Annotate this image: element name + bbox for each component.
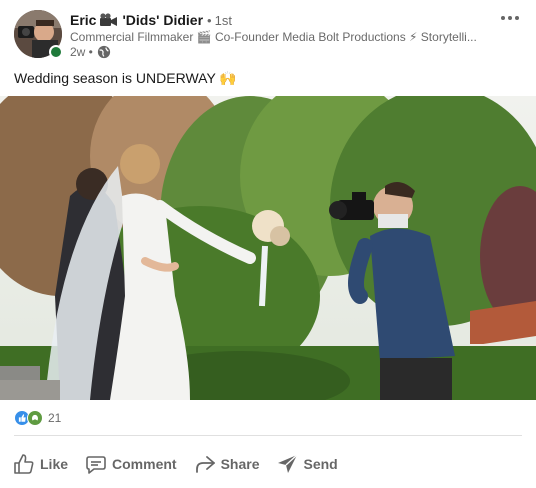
actions-divider <box>14 435 522 436</box>
degree-label: 1st <box>214 12 232 28</box>
author-name-line[interactable]: Eric 'Dids' Didier • 1st <box>70 11 232 29</box>
post-text: Wedding season is UNDERWAY 🙌 <box>14 70 237 86</box>
thumbs-up-icon <box>14 454 34 474</box>
more-dot <box>508 16 512 20</box>
share-button[interactable]: Share <box>185 446 268 482</box>
comment-label: Comment <box>112 456 177 472</box>
send-label: Send <box>303 456 338 472</box>
paper-plane-icon <box>277 454 297 473</box>
degree-separator: • <box>207 12 212 28</box>
author-last-name[interactable]: 'Dids' Didier <box>122 12 203 28</box>
author-first-name[interactable]: Eric <box>70 12 96 28</box>
post-photo[interactable] <box>0 96 536 400</box>
movie-camera-icon <box>99 13 119 27</box>
post-meta: 2w • <box>70 44 111 60</box>
share-arrow-icon <box>195 456 215 473</box>
comment-button[interactable]: Comment <box>76 446 185 482</box>
reaction-count[interactable]: 21 <box>48 411 61 425</box>
more-dot <box>501 16 505 20</box>
send-button[interactable]: Send <box>268 446 346 482</box>
post-time: 2w • <box>70 45 93 59</box>
connection-degree: • 1st <box>207 13 232 28</box>
social-actions-bar: Like Comment Share Send <box>4 446 346 482</box>
comment-bubble-icon <box>86 456 106 474</box>
post-header: Eric 'Dids' Didier • 1st Commercial Filmm… <box>0 0 536 64</box>
support-reaction-icon <box>27 410 43 426</box>
more-options-icon[interactable] <box>496 8 524 28</box>
globe-icon <box>97 45 111 59</box>
reactions-summary[interactable]: 21 <box>14 409 61 427</box>
like-button[interactable]: Like <box>4 446 76 482</box>
share-label: Share <box>220 456 260 472</box>
author-headline: Commercial Filmmaker 🎬 Co-Founder Media … <box>70 30 477 44</box>
more-dot <box>515 16 519 20</box>
like-label: Like <box>40 456 69 472</box>
online-status-indicator <box>49 45 63 59</box>
